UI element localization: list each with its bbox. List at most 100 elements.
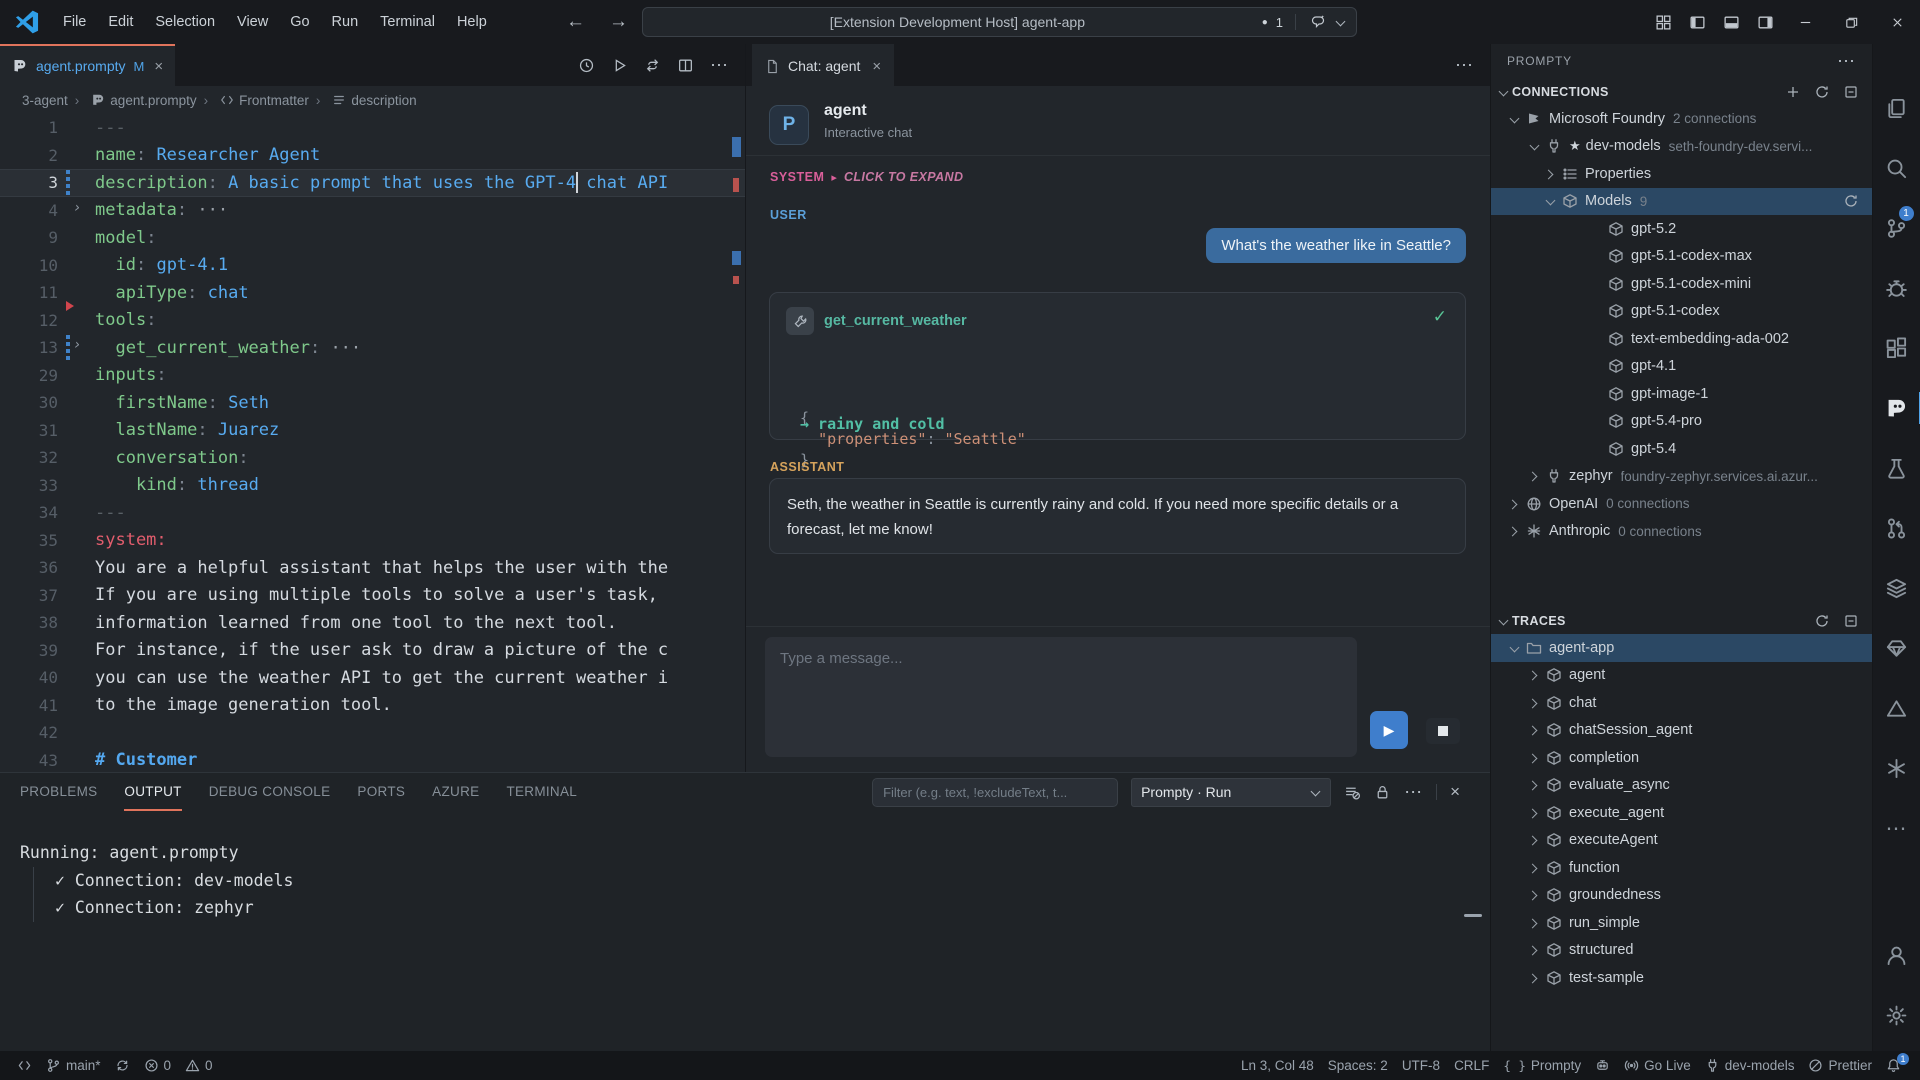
status-item[interactable]: dev-models — [1698, 1051, 1802, 1080]
chevron-right-icon[interactable] — [1527, 695, 1543, 711]
chat-input[interactable] — [765, 637, 1357, 757]
nav-forward-icon[interactable]: → — [609, 11, 628, 33]
collapse-all-icon[interactable] — [1843, 613, 1859, 629]
chevron-right-icon[interactable] — [1527, 970, 1543, 986]
code-line[interactable]: 30 firstName: Seth — [0, 389, 745, 417]
tree-item[interactable]: groundedness — [1491, 882, 1872, 910]
tree-item[interactable]: gpt-5.1-codex-max — [1491, 243, 1872, 271]
add-connection-icon[interactable] — [1785, 84, 1801, 100]
refresh-icon[interactable] — [1843, 193, 1859, 209]
code-line[interactable]: 40 you can use the weather API to get th… — [0, 664, 745, 692]
more-actions-icon[interactable]: ⋯ — [1837, 51, 1856, 72]
breadcrumb-item[interactable]: Frontmatter — [197, 93, 309, 108]
status-item[interactable]: 0 — [137, 1051, 179, 1080]
tree-item[interactable]: OpenAI 0 connections — [1491, 490, 1872, 518]
more-actions-icon[interactable]: ⋯ — [1455, 55, 1474, 76]
window-restore-button[interactable] — [1828, 0, 1874, 44]
chevron-right-icon[interactable] — [1543, 166, 1559, 182]
chevron-right-icon[interactable] — [1527, 887, 1543, 903]
activity-item[interactable] — [1873, 378, 1920, 438]
chevron-right-icon[interactable] — [1527, 722, 1543, 738]
stop-button[interactable] — [1426, 718, 1460, 744]
status-item[interactable] — [108, 1051, 137, 1080]
tree-item[interactable]: zephyr foundry-zephyr.services.ai.azur..… — [1491, 463, 1872, 491]
tree-item[interactable]: Anthropic 0 connections — [1491, 518, 1872, 546]
code-editor[interactable]: 1 --- 2 — [0, 114, 745, 772]
tree-item[interactable]: Properties — [1491, 160, 1872, 188]
chevron-down-icon[interactable] — [1527, 138, 1543, 154]
activity-item[interactable] — [1873, 318, 1920, 378]
tree-item[interactable]: gpt-image-1 — [1491, 380, 1872, 408]
activity-item[interactable]: ⋯ — [1873, 798, 1920, 858]
menu-item[interactable]: Go — [279, 0, 320, 44]
status-item[interactable] — [1588, 1051, 1617, 1080]
code-line[interactable]: 3 description: A basic prompt that uses … — [0, 169, 745, 197]
status-item[interactable]: Prettier — [1801, 1051, 1879, 1080]
breadcrumb-item[interactable]: description — [309, 93, 417, 108]
status-item[interactable]: Spaces: 2 — [1321, 1051, 1395, 1080]
fold-chevron-icon[interactable]: › — [73, 200, 81, 216]
activity-item[interactable] — [1873, 618, 1920, 678]
chevron-right-icon[interactable] — [1527, 805, 1543, 821]
chevron-right-icon[interactable] — [1527, 667, 1543, 683]
chevron-right-icon[interactable] — [1527, 860, 1543, 876]
tree-item[interactable]: agent-app — [1491, 634, 1872, 662]
panel-close-icon[interactable]: × — [1450, 782, 1460, 802]
tree-item[interactable]: execute_agent — [1491, 799, 1872, 827]
refresh-icon[interactable] — [1814, 613, 1830, 629]
tree-item[interactable]: structured — [1491, 937, 1872, 965]
status-item[interactable]: { } Prompty — [1496, 1051, 1588, 1080]
activity-item[interactable] — [1873, 985, 1920, 1045]
activity-item[interactable] — [1873, 438, 1920, 498]
chevron-down-icon[interactable] — [1543, 193, 1559, 209]
tree-item[interactable]: function — [1491, 854, 1872, 882]
tree-item[interactable]: text-embedding-ada-002 — [1491, 325, 1872, 353]
breadcrumb-item[interactable]: 3-agent — [22, 93, 68, 108]
connections-section-header[interactable]: CONNECTIONS — [1491, 78, 1872, 105]
chevron-right-icon[interactable] — [1527, 915, 1543, 931]
tree-item[interactable]: ★ dev-models seth-foundry-dev.servi... — [1491, 133, 1872, 161]
chevron-right-icon[interactable] — [1507, 496, 1523, 512]
chevron-down-icon[interactable] — [1336, 17, 1346, 27]
tool-call-card[interactable]: get_current_weather ✓ { "properties": "S… — [769, 292, 1466, 440]
code-line[interactable]: 29 inputs: — [0, 362, 745, 390]
tree-item[interactable]: gpt-5.2 — [1491, 215, 1872, 243]
menu-item[interactable]: Selection — [144, 0, 226, 44]
code-line[interactable]: 32 conversation: — [0, 444, 745, 472]
code-line[interactable]: 43 # Customer — [0, 747, 745, 773]
timeline-icon[interactable] — [578, 57, 595, 74]
tab-chat-agent[interactable]: Chat: agent × — [752, 44, 894, 86]
minimap-decoration[interactable] — [732, 251, 741, 265]
menu-item[interactable]: Run — [321, 0, 370, 44]
activity-item[interactable] — [1873, 738, 1920, 798]
code-line[interactable]: 37 If you are using multiple tools to so… — [0, 582, 745, 610]
tree-item[interactable]: agent — [1491, 662, 1872, 690]
clear-output-icon[interactable] — [1344, 784, 1361, 801]
more-actions-icon[interactable]: ⋯ — [710, 55, 729, 76]
code-line[interactable]: 1 --- — [0, 114, 745, 142]
chevron-right-icon[interactable] — [1527, 942, 1543, 958]
code-line[interactable]: 38 information learned from one tool to … — [0, 609, 745, 637]
click-to-expand-label[interactable]: CLICK TO EXPAND — [844, 170, 963, 184]
collapse-all-icon[interactable] — [1843, 84, 1859, 100]
tree-item[interactable]: chat — [1491, 689, 1872, 717]
tree-item[interactable]: gpt-4.1 — [1491, 353, 1872, 381]
code-line[interactable]: 31 lastName: Juarez — [0, 417, 745, 445]
compare-icon[interactable] — [644, 57, 661, 74]
code-line[interactable]: 13 › get_current_weather: ··· — [0, 334, 745, 362]
minimap-decoration[interactable] — [733, 276, 739, 284]
split-editor-icon[interactable] — [677, 57, 694, 74]
menu-item[interactable]: Help — [446, 0, 498, 44]
code-line[interactable]: 41 to the image generation tool. — [0, 692, 745, 720]
panel-tab[interactable]: PORTS — [357, 773, 405, 811]
status-item[interactable]: 0 — [178, 1051, 220, 1080]
lock-icon[interactable] — [1374, 784, 1391, 801]
status-item[interactable]: UTF-8 — [1395, 1051, 1447, 1080]
toggle-sidebar-right-icon[interactable] — [1748, 0, 1782, 44]
window-minimize-button[interactable] — [1782, 0, 1828, 44]
tree-item[interactable]: completion — [1491, 744, 1872, 772]
tree-item[interactable]: test-sample — [1491, 964, 1872, 992]
scrollbar-thumb[interactable] — [1464, 914, 1482, 917]
output-filter-input[interactable] — [872, 778, 1118, 807]
tree-item[interactable]: Models 9 — [1491, 188, 1872, 216]
